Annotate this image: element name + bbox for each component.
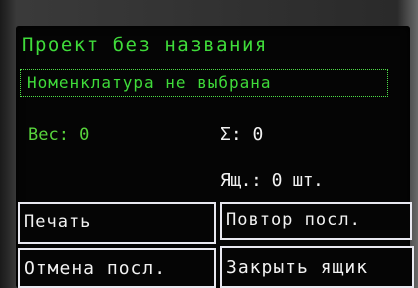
box-count-readout: Ящ.: 0 шт.	[220, 170, 324, 191]
nomenclature-status-box[interactable]: Номенклатура не выбрана	[20, 69, 388, 97]
close-box-button[interactable]: Закрыть ящик	[220, 246, 414, 288]
sum-readout: Σ: 0	[220, 124, 264, 145]
nomenclature-status-text: Номенклатура не выбрана	[27, 73, 272, 92]
project-title: Проект без названия	[22, 34, 268, 56]
weight-readout: Вес: 0	[28, 125, 90, 145]
cancel-last-button[interactable]: Отмена посл.	[18, 248, 216, 288]
repeat-last-button[interactable]: Повтор посл.	[220, 202, 412, 240]
print-button[interactable]: Печать	[18, 202, 216, 244]
